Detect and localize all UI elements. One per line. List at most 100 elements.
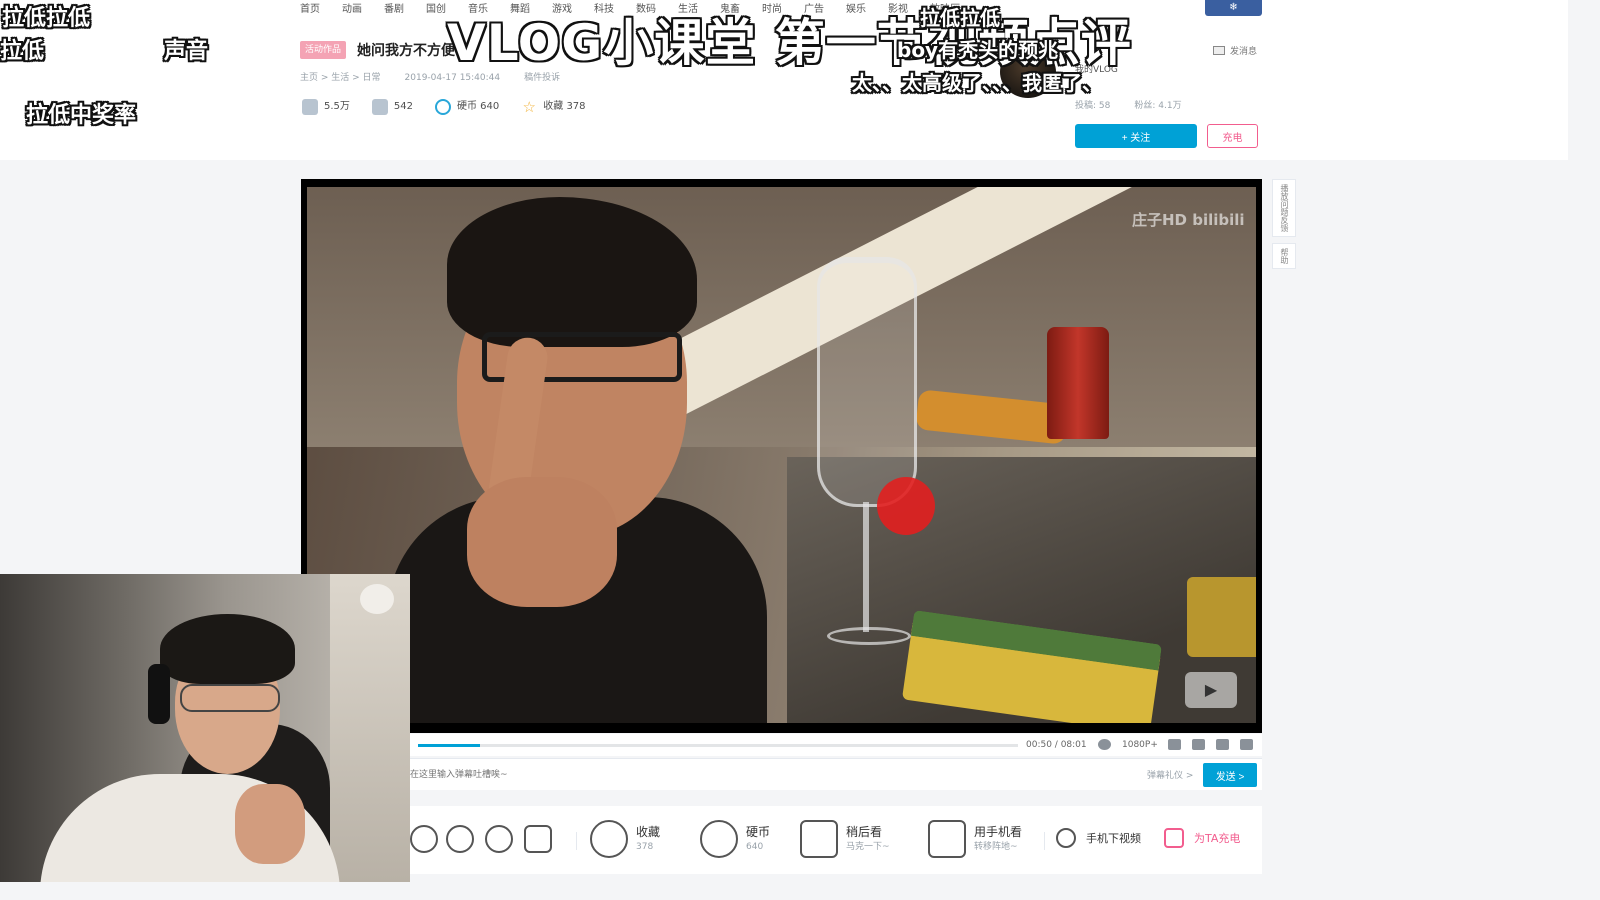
scene-can (1047, 327, 1109, 439)
danmaku-count: 542 (371, 98, 413, 116)
send-message-label: 发消息 (1230, 47, 1258, 57)
uploader-stats: 投稿: 58 粉丝: 4.1万 (1075, 98, 1182, 111)
view-count-value: 5.5万 (324, 101, 350, 112)
overlay-prize-label: 拉低中奖率 (26, 103, 137, 128)
webcam-mickey-figure (360, 584, 394, 614)
watch-later-icon (800, 820, 838, 858)
charge-ta-label: 为TA充电 (1194, 832, 1241, 845)
webcam-shelf (330, 574, 410, 882)
video-frame[interactable]: 庄子HD bilibili ▶ (307, 187, 1256, 723)
watch-later-sub: 马克一下~ (846, 842, 890, 852)
tv-icon[interactable] (1216, 739, 1229, 750)
scene-champagne-glass (817, 257, 917, 657)
progress-bar[interactable] (418, 744, 1018, 747)
share-qq-icon[interactable] (485, 825, 513, 853)
danmaku-count-value: 542 (393, 101, 413, 112)
follow-button[interactable]: + 关注 (1075, 124, 1197, 148)
tv-play-icon[interactable]: ▶ (1185, 672, 1237, 708)
streamer-hair (160, 614, 295, 684)
mobile-watch-sub: 转移阵地~ (974, 842, 1018, 852)
battery-icon (1164, 828, 1184, 848)
coin-icon (700, 820, 738, 858)
breadcrumb-path[interactable]: 主页 > 生活 > 日常 (300, 71, 381, 85)
overlay-text: 拉低拉低 (920, 6, 1000, 30)
scene-person (387, 197, 767, 723)
envelope-icon (1213, 46, 1225, 55)
player-side-tabs: 播放问题反馈 帮助 (1272, 179, 1296, 275)
mobile-watch-label: 用手机看 (974, 825, 1023, 839)
coin-icon (435, 99, 451, 115)
danmaku-bar: 弹幕礼仪 > 发送 > (410, 758, 1262, 790)
playback-feedback-tab[interactable]: 播放问题反馈 (1272, 179, 1296, 237)
coin-count[interactable]: 硬币 640 (435, 98, 499, 116)
mobile-watch-button[interactable]: 用手机看 转移阵地~ (928, 820, 1022, 858)
person-hair (447, 197, 697, 347)
danmaku-etiquette-link[interactable]: 弹幕礼仪 > (1147, 768, 1193, 781)
danmaku-toggle-icon[interactable] (1168, 739, 1181, 750)
share-tieba-icon[interactable] (524, 825, 552, 853)
danmaku-input[interactable] (410, 765, 1010, 785)
time-display: 00:50 / 08:01 (1026, 740, 1087, 750)
uploader-posts: 投稿: 58 (1075, 101, 1111, 111)
action-bar: 收藏 378 硬币 640 稍后看 马克一下~ 用手机看 转移阵地~ 手机下视频… (410, 806, 1262, 874)
activity-tag[interactable]: 活动作品 (300, 41, 347, 59)
coin-count: 640 (746, 842, 764, 852)
video-stats: 5.5万 542 硬币 640 ☆ 收藏 378 (302, 98, 586, 116)
favorite-button[interactable]: 收藏 378 (590, 820, 660, 858)
loop-icon[interactable] (1192, 739, 1205, 750)
nav-item[interactable]: 动画 (342, 0, 362, 20)
nav-item[interactable]: 首页 (300, 0, 320, 20)
coin-button[interactable]: 硬币 640 (700, 820, 770, 858)
help-tab[interactable]: 帮助 (1272, 243, 1296, 269)
streamer-hand (235, 784, 305, 864)
glass-base (827, 627, 911, 645)
overlay-sound-label: 声音 (164, 39, 209, 64)
send-danmaku-button[interactable]: 发送 > (1203, 763, 1257, 787)
charge-button[interactable]: 充电 (1207, 124, 1258, 148)
video-player[interactable]: 庄子HD bilibili ▶ (301, 179, 1262, 733)
star-icon: ☆ (522, 98, 536, 116)
share-qzone-icon[interactable] (446, 825, 474, 853)
headset-icon (148, 664, 170, 724)
watch-later-label: 稍后看 (846, 825, 883, 839)
overlay-text: 拉低拉低 (2, 6, 91, 31)
streamer-webcam (0, 574, 410, 882)
divider (1044, 832, 1045, 850)
favorite-label: 收藏 (636, 825, 661, 839)
favorite-count: 378 (636, 842, 654, 852)
watch-later-button[interactable]: 稍后看 马克一下~ (800, 820, 890, 858)
nav-banner-icon[interactable]: ❄ (1205, 0, 1262, 16)
fullscreen-icon[interactable] (1240, 739, 1253, 750)
coin-count-value: 硬币 640 (457, 101, 500, 112)
charge-ta-button[interactable]: 为TA充电 (1164, 828, 1240, 848)
danmaku-subtitle: boy有秃头的预兆 (897, 38, 1059, 62)
coin-label: 硬币 (746, 825, 771, 839)
video-watermark: 庄子HD bilibili (1132, 211, 1245, 229)
nav-item[interactable]: 番剧 (384, 0, 404, 20)
mobile-download-button[interactable]: 手机下视频 (1056, 828, 1141, 848)
star-icon (590, 820, 628, 858)
send-message-link[interactable]: 发消息 (1213, 44, 1257, 57)
volume-icon[interactable] (1098, 739, 1111, 750)
favorite-count[interactable]: ☆ 收藏 378 (521, 98, 586, 116)
share-weibo-icon[interactable] (410, 825, 438, 853)
mobile-download-label: 手机下视频 (1086, 832, 1141, 845)
play-count-icon (302, 99, 318, 115)
uploader-fans: 粉丝: 4.1万 (1134, 101, 1182, 111)
glass-bowl (817, 257, 917, 507)
cursor-highlight (877, 477, 935, 535)
divider (576, 832, 577, 850)
video-title: 她问我方不方便 (357, 43, 455, 59)
streamer-glasses (180, 684, 280, 712)
danmaku-subtitle: 太、、太高级了、、、我匿了、 (852, 71, 1102, 95)
danmaku-icon (371, 99, 388, 115)
nav-item[interactable]: 国创 (426, 0, 446, 20)
quality-selector[interactable]: 1080P+ (1122, 738, 1158, 752)
overlay-text: 拉低 (0, 39, 45, 64)
view-count: 5.5万 (302, 98, 350, 116)
progress-fill (418, 744, 481, 747)
glass-stem (863, 502, 869, 632)
tv-mascot-icon (928, 820, 966, 858)
download-icon (1056, 828, 1076, 848)
scene-sponge-small (1187, 577, 1256, 657)
